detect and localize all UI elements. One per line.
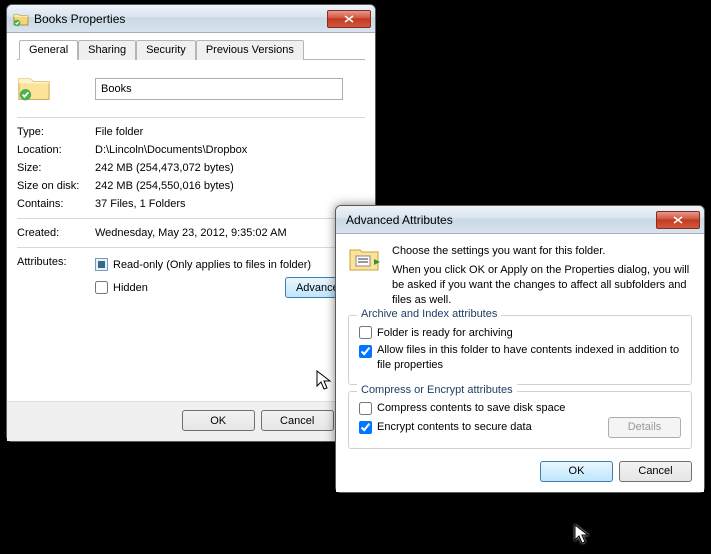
close-button[interactable]	[327, 10, 371, 28]
location-value: D:\Lincoln\Documents\Dropbox	[95, 144, 365, 156]
adv-window-title: Advanced Attributes	[342, 213, 656, 227]
archive-index-group: Archive and Index attributes Folder is r…	[348, 315, 692, 385]
adv-close-button[interactable]	[656, 211, 700, 229]
created-label: Created:	[17, 227, 95, 239]
properties-window: Books Properties General Sharing Securit…	[6, 4, 376, 442]
type-label: Type:	[17, 126, 95, 138]
encrypt-checkbox[interactable]: Encrypt contents to secure data	[359, 419, 532, 436]
compress-encrypt-group: Compress or Encrypt attributes Compress …	[348, 391, 692, 449]
sizeondisk-label: Size on disk:	[17, 180, 95, 192]
tab-security[interactable]: Security	[136, 40, 196, 60]
readonly-label: Read-only (Only applies to files in fold…	[113, 259, 311, 271]
readonly-checkbox[interactable]: Read-only (Only applies to files in fold…	[95, 256, 365, 273]
contains-value: 37 Files, 1 Folders	[95, 198, 365, 210]
type-value: File folder	[95, 126, 365, 138]
properties-button-row: OK Cancel A	[7, 401, 375, 441]
large-folder-icon	[17, 73, 51, 103]
size-value: 242 MB (254,473,072 bytes)	[95, 162, 365, 174]
location-label: Location:	[17, 144, 95, 156]
tabstrip: General Sharing Security Previous Versio…	[17, 39, 365, 60]
advanced-attributes-window: Advanced Attributes Choose the settings …	[335, 205, 705, 493]
tab-previous-versions[interactable]: Previous Versions	[196, 40, 304, 60]
folder-name-input[interactable]	[95, 78, 343, 100]
archiving-checkbox[interactable]: Folder is ready for archiving	[359, 324, 681, 341]
adv-intro-2: When you click OK or Apply on the Proper…	[392, 263, 692, 308]
compress-checkbox[interactable]: Compress contents to save disk space	[359, 400, 681, 417]
encrypt-label: Encrypt contents to secure data	[377, 421, 532, 433]
window-title: Books Properties	[34, 12, 327, 26]
adv-ok-button[interactable]: OK	[540, 461, 613, 482]
details-button[interactable]: Details	[608, 417, 681, 438]
ok-button[interactable]: OK	[182, 410, 255, 431]
indexing-label: Allow files in this folder to have conte…	[377, 343, 681, 372]
archive-index-title: Archive and Index attributes	[357, 308, 501, 320]
tab-sharing[interactable]: Sharing	[78, 40, 136, 60]
archiving-label: Folder is ready for archiving	[377, 327, 513, 339]
adv-cancel-button[interactable]: Cancel	[619, 461, 692, 482]
hidden-checkbox[interactable]: Hidden	[95, 279, 148, 296]
compress-label: Compress contents to save disk space	[377, 402, 565, 414]
sizeondisk-value: 242 MB (254,550,016 bytes)	[95, 180, 365, 192]
size-label: Size:	[17, 162, 95, 174]
cancel-button[interactable]: Cancel	[261, 410, 334, 431]
created-value: Wednesday, May 23, 2012, 9:35:02 AM	[95, 227, 365, 239]
titlebar[interactable]: Books Properties	[7, 5, 375, 33]
hidden-label: Hidden	[113, 282, 148, 294]
contains-label: Contains:	[17, 198, 95, 210]
folder-settings-icon	[348, 244, 382, 307]
cursor-icon	[574, 524, 590, 546]
adv-intro-1: Choose the settings you want for this fo…	[392, 244, 692, 259]
adv-panel: Choose the settings you want for this fo…	[336, 234, 704, 492]
attributes-label: Attributes:	[17, 256, 95, 268]
adv-titlebar[interactable]: Advanced Attributes	[336, 206, 704, 234]
compress-encrypt-title: Compress or Encrypt attributes	[357, 384, 517, 396]
general-panel: General Sharing Security Previous Versio…	[7, 33, 375, 401]
indexing-checkbox[interactable]: Allow files in this folder to have conte…	[359, 341, 681, 374]
tab-general[interactable]: General	[19, 40, 78, 60]
folder-icon	[13, 11, 29, 27]
